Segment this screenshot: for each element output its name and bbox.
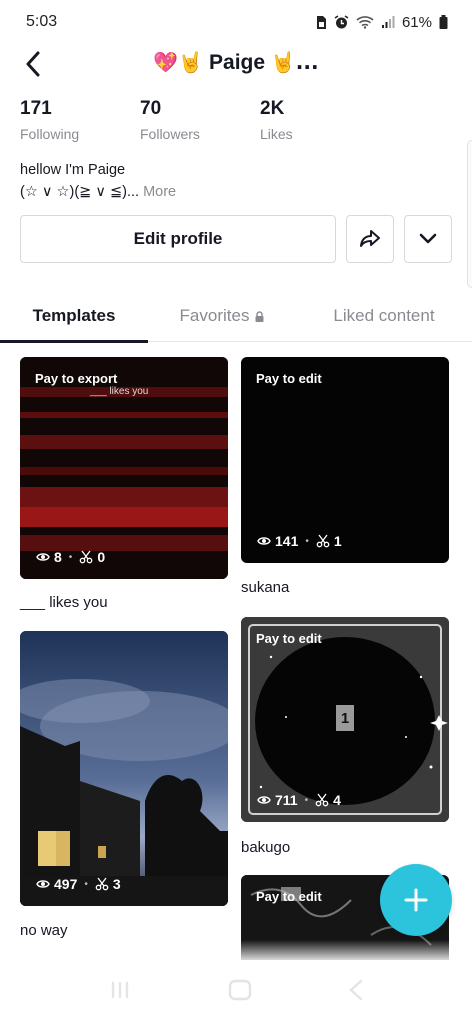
- page-title: 💖🤘 Paige 🤘...: [0, 50, 472, 75]
- tab-label: Favorites: [179, 306, 250, 325]
- stat-value: 2K: [260, 98, 285, 119]
- home-icon[interactable]: [228, 979, 252, 1001]
- lock-icon: [255, 310, 264, 322]
- scissors-icon: [315, 793, 329, 807]
- card-stats: 711 • 4: [257, 792, 341, 808]
- pay-badge: Pay to edit: [256, 631, 322, 646]
- views-icon: [257, 796, 271, 804]
- create-template-button[interactable]: [380, 864, 452, 936]
- card-title[interactable]: no way: [20, 922, 68, 939]
- battery-icon: [439, 15, 448, 29]
- tab-label: Templates: [32, 306, 116, 325]
- profile-bio: hellow I'm Paige (☆ ∨ ☆)(≧ ∨ ≦)... More: [20, 159, 176, 203]
- views-icon: [257, 537, 271, 545]
- more-options-button[interactable]: [404, 215, 452, 263]
- scissors-icon: [79, 550, 93, 564]
- pay-badge: Pay to edit: [256, 889, 322, 904]
- profile-tabs: Templates Favorites Liked content: [0, 290, 472, 343]
- stat-likes[interactable]: 2K Likes: [260, 98, 380, 142]
- status-icons: 61%: [315, 14, 448, 31]
- edit-profile-button[interactable]: Edit profile: [20, 215, 336, 263]
- title-emoji-right: 🤘...: [270, 50, 319, 74]
- stat-label: Following: [20, 126, 80, 142]
- card-title[interactable]: ___ likes you: [20, 594, 108, 611]
- card-title[interactable]: bakugo: [241, 839, 290, 856]
- uses-count: 4: [333, 792, 341, 808]
- card-thumbnail: [20, 631, 228, 906]
- profile-actions: Edit profile: [20, 215, 452, 263]
- views-count: 497: [54, 876, 78, 892]
- chevron-down-icon: [419, 233, 437, 244]
- views-icon: [36, 553, 50, 561]
- tab-templates[interactable]: Templates: [0, 290, 148, 343]
- pay-badge: Pay to export: [35, 371, 118, 386]
- card-overlay-text: ___ likes you: [90, 386, 149, 397]
- card-stats: 141 • 1: [257, 533, 342, 549]
- card-title[interactable]: sukana: [241, 579, 289, 596]
- plus-icon: [404, 888, 428, 912]
- stat-separator: •: [68, 551, 73, 563]
- title-emoji-left: 💖🤘: [153, 50, 204, 74]
- stat-separator: •: [304, 794, 309, 806]
- stat-separator: •: [84, 878, 88, 890]
- stat-following[interactable]: 171 Following: [20, 98, 140, 142]
- stat-label: Followers: [140, 126, 200, 142]
- alarm-icon: [334, 14, 349, 28]
- share-profile-button[interactable]: [346, 215, 394, 263]
- pay-badge: Pay to edit: [256, 371, 322, 386]
- recent-apps-icon[interactable]: [108, 980, 132, 1000]
- share-icon: [360, 230, 380, 247]
- bio-line-2: (☆ ∨ ☆)(≧ ∨ ≦)...: [20, 184, 140, 200]
- sim-icon: [316, 15, 326, 29]
- side-panel-handle[interactable]: [467, 140, 472, 288]
- wifi-icon: [356, 16, 374, 29]
- views-count: 141: [275, 533, 299, 549]
- template-clip-number: 1: [336, 705, 354, 731]
- bio-line-1: hellow I'm Paige: [20, 162, 126, 178]
- scissors-icon: [316, 534, 330, 548]
- bio-more-link[interactable]: More: [143, 184, 176, 200]
- profile-stats: 171 Following 70 Followers 2K Likes: [20, 98, 380, 142]
- template-card[interactable]: Pay to edit 1 711 • 4: [241, 617, 449, 822]
- template-card[interactable]: 497 • 3: [20, 631, 228, 906]
- stat-label: Likes: [260, 126, 293, 142]
- uses-count: 0: [97, 549, 106, 565]
- tab-favorites[interactable]: Favorites: [148, 290, 296, 342]
- card-stats: 8 • 0: [36, 549, 105, 565]
- stat-value: 70: [140, 98, 162, 119]
- profile-header: 💖🤘 Paige 🤘...: [0, 44, 472, 84]
- template-card[interactable]: Pay to edit 141 • 1: [241, 357, 449, 563]
- tab-liked-content[interactable]: Liked content: [296, 290, 472, 342]
- views-count: 8: [54, 549, 62, 565]
- stat-value: 171: [20, 98, 52, 119]
- tab-label: Liked content: [333, 306, 435, 325]
- stat-separator: •: [305, 535, 309, 547]
- signal-icon: [381, 16, 395, 28]
- battery-percent: 61%: [401, 13, 432, 31]
- views-icon: [36, 880, 50, 888]
- uses-count: 3: [112, 876, 121, 892]
- uses-count: 1: [333, 533, 342, 549]
- system-back-icon[interactable]: [348, 979, 364, 1001]
- views-count: 711: [275, 792, 298, 808]
- username: Paige: [209, 51, 266, 74]
- scissors-icon: [95, 877, 109, 891]
- status-bar: 5:03 61%: [0, 0, 472, 44]
- stat-followers[interactable]: 70 Followers: [140, 98, 260, 142]
- status-time: 5:03: [26, 13, 58, 30]
- system-nav-bar: [0, 960, 472, 1020]
- card-stats: 497 • 3: [36, 876, 121, 892]
